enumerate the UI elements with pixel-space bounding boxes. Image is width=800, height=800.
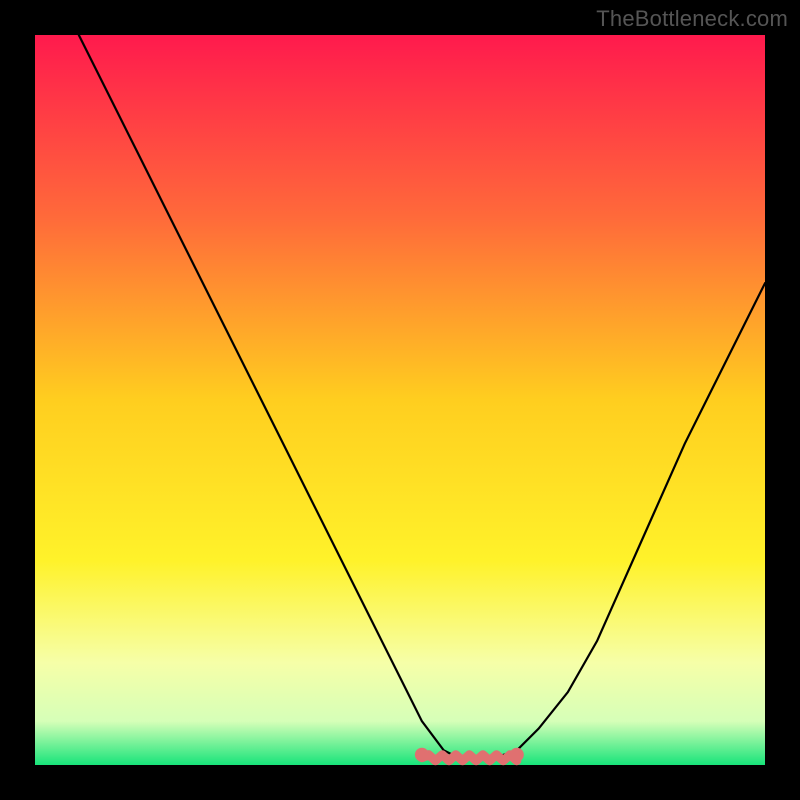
chart-frame: TheBottleneck.com	[0, 0, 800, 800]
watermark-text: TheBottleneck.com	[596, 6, 788, 32]
bottleneck-chart	[0, 0, 800, 800]
plot-background	[35, 35, 765, 765]
